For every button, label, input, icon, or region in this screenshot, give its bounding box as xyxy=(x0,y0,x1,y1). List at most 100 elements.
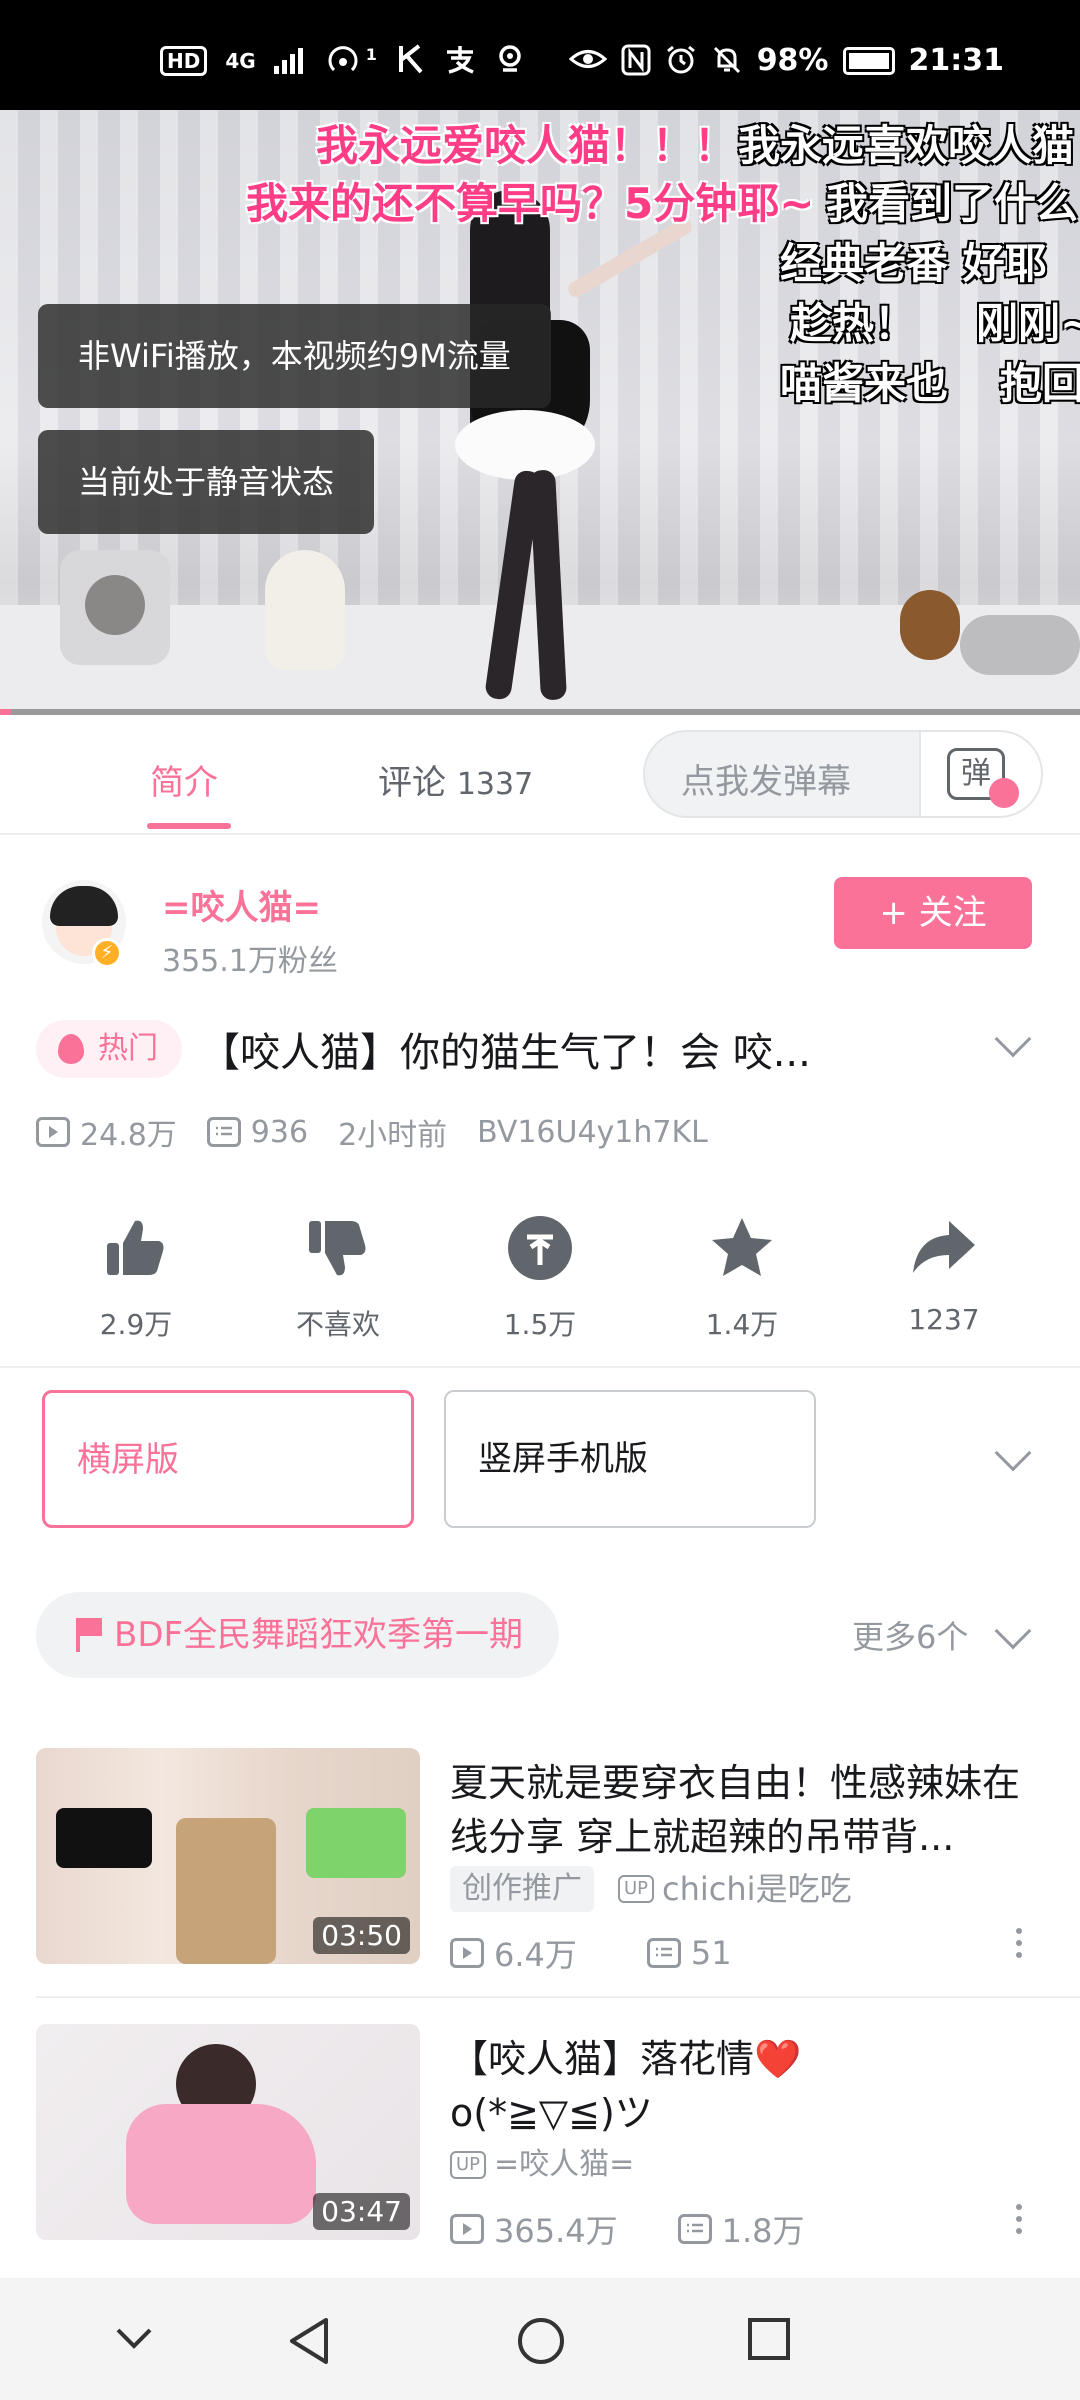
alipay-icon xyxy=(443,44,477,78)
teddy-bear-image xyxy=(900,590,960,660)
hot-badge: 热门 xyxy=(36,1020,182,1078)
danmaku-toggle-button[interactable]: 弹 xyxy=(919,732,1041,816)
battery-icon xyxy=(842,47,895,75)
video-stats: 6.4万 51 xyxy=(450,1930,732,1976)
mute-toast: 当前处于静音状态 xyxy=(38,430,375,534)
more-options-icon[interactable] xyxy=(1016,1928,1024,1968)
promo-tag: 创作推广 xyxy=(450,1866,594,1912)
tab-underline xyxy=(147,823,231,829)
danmaku-placeholder: 点我发弹幕 xyxy=(681,762,851,802)
mute-bell-icon xyxy=(711,44,743,78)
gray-cat-image xyxy=(960,615,1080,675)
uploader-fans: 355.1万粉丝 xyxy=(162,944,338,979)
thumbs-down-icon xyxy=(305,1215,371,1281)
video-stats: 365.4万 1.8万 xyxy=(450,2206,805,2252)
play-count-icon xyxy=(450,1938,484,1968)
hotspot-icon xyxy=(328,44,362,78)
network-type-icon: 4G xyxy=(225,49,256,73)
list-item[interactable]: 03:47 【咬人猫】落花情❤️ o(*≧▽≦)ツ UP =咬人猫= 365.4… xyxy=(0,2024,1080,2294)
signal-icon xyxy=(273,44,310,78)
bvid: BV16U4y1h7KL xyxy=(477,1114,708,1150)
danmaku-check-icon xyxy=(989,778,1019,808)
list-item[interactable]: 03:50 夏天就是要穿衣自由！性感辣妹在线分享 穿上就超辣的吊带背... 创作… xyxy=(0,1748,1080,2018)
like-count: 2.9万 xyxy=(99,1308,173,1341)
upload-time: 2小时前 xyxy=(338,1118,448,1153)
more-options-icon[interactable] xyxy=(1016,2204,1024,2244)
k-app-icon xyxy=(395,44,425,78)
uploader-line: UP =咬人猫= xyxy=(450,2142,634,2188)
video-thumbnail[interactable]: 03:47 xyxy=(36,2024,420,2240)
coin-count: 1.5万 xyxy=(503,1308,577,1341)
up-tag-icon: UP xyxy=(618,1875,655,1903)
signal-sup: 1 xyxy=(365,45,377,64)
more-series-chevron-icon[interactable] xyxy=(994,1612,1032,1650)
flag-icon xyxy=(76,1618,102,1652)
hide-nav-chevron-icon[interactable] xyxy=(114,2326,154,2356)
data-usage-toast: 非WiFi播放，本视频约9M流量 xyxy=(38,304,551,408)
more-series-link[interactable]: 更多6个 xyxy=(852,1612,968,1658)
danmaku-count-icon xyxy=(646,1938,681,1968)
comments-count: 1337 xyxy=(456,767,534,802)
cat-image xyxy=(265,550,345,670)
danmaku-count: 51 xyxy=(690,1934,732,1972)
coin-button[interactable]: 1.5万 xyxy=(460,1215,620,1343)
expand-versions-chevron-icon[interactable] xyxy=(994,1434,1032,1472)
danmaku-input[interactable]: 点我发弹幕 弹 xyxy=(643,730,1043,818)
tab-intro[interactable]: 简介 xyxy=(150,755,218,804)
video-duration: 03:47 xyxy=(313,2193,410,2230)
danmaku-comment: 刚刚~ xyxy=(976,299,1080,348)
uploader-line: UP chichi是吃吃 xyxy=(618,1866,852,1912)
cat-house-image xyxy=(60,550,170,665)
video-player[interactable]: 我永远爱咬人猫！！！ 我永远喜欢咬人猫 我来的还不算早吗？5分钟耶~ 我看到了什… xyxy=(0,110,1080,715)
thumbnail-dress-image xyxy=(126,2104,316,2224)
hd-icon: HD xyxy=(160,46,208,76)
nfc-icon xyxy=(621,44,651,78)
hot-label: 热门 xyxy=(98,1031,158,1066)
uploader-name[interactable]: =咬人猫= xyxy=(162,880,321,929)
thumbnail-top-image xyxy=(306,1808,406,1878)
share-icon xyxy=(911,1215,977,1281)
detail-tabs: 简介 评论 1337 点我发弹幕 弹 xyxy=(0,715,1080,835)
share-button[interactable]: 1237 xyxy=(864,1215,1024,1336)
verified-badge-icon: ⚡ xyxy=(92,938,122,968)
home-icon[interactable] xyxy=(516,2316,566,2370)
series-pill[interactable]: BDF全民舞蹈狂欢季第一期 xyxy=(36,1592,560,1678)
thumbs-up-icon xyxy=(103,1215,169,1281)
dislike-button[interactable]: 不喜欢 xyxy=(258,1215,418,1343)
thumbnail-top-image xyxy=(56,1808,152,1868)
danmaku-comment: 经典老番 好耶 xyxy=(780,239,1047,288)
danmaku-comment: 抱回 xyxy=(1000,359,1080,408)
favorite-count: 1.4万 xyxy=(705,1308,779,1341)
divider xyxy=(0,1366,1080,1368)
view-count: 365.4万 xyxy=(494,2212,618,2250)
tab-comments-label: 评论 xyxy=(378,763,446,803)
danmaku-count-icon xyxy=(206,1117,241,1147)
back-icon[interactable] xyxy=(286,2316,332,2370)
status-bar: HD 4G 1 98% 21:31 xyxy=(0,0,1080,110)
uploader-name: =咬人猫= xyxy=(494,2147,635,2182)
view-count: 6.4万 xyxy=(494,1936,577,1974)
dislike-label: 不喜欢 xyxy=(295,1308,380,1341)
series-name: BDF全民舞蹈狂欢季第一期 xyxy=(114,1615,524,1655)
danmaku-count: 1.8万 xyxy=(721,2212,805,2250)
eye-icon xyxy=(568,44,607,78)
favorite-button[interactable]: 1.4万 xyxy=(662,1215,822,1343)
recents-icon[interactable] xyxy=(746,2316,792,2366)
portrait-version-button[interactable]: 竖屏手机版 xyxy=(444,1390,816,1528)
video-duration: 03:50 xyxy=(313,1917,410,1954)
battery-percent: 98% xyxy=(756,43,829,78)
view-count: 24.8万 xyxy=(80,1118,177,1153)
system-nav-bar xyxy=(0,2278,1080,2400)
star-icon xyxy=(709,1215,775,1281)
play-count-icon xyxy=(36,1117,70,1147)
like-button[interactable]: 2.9万 xyxy=(56,1215,216,1343)
thumbnail-top-image xyxy=(176,1818,276,1964)
video-title: 【咬人猫】落花情❤️ o(*≧▽≦)ツ xyxy=(450,2037,802,2135)
coin-icon xyxy=(507,1215,573,1281)
uploader-name: chichi是吃吃 xyxy=(662,1870,852,1908)
landscape-version-button[interactable]: 横屏版 xyxy=(42,1390,414,1528)
tab-comments[interactable]: 评论 1337 xyxy=(378,755,533,804)
follow-button[interactable]: + 关注 xyxy=(834,877,1032,949)
expand-title-chevron-icon[interactable] xyxy=(994,1020,1032,1058)
video-thumbnail[interactable]: 03:50 xyxy=(36,1748,420,1964)
